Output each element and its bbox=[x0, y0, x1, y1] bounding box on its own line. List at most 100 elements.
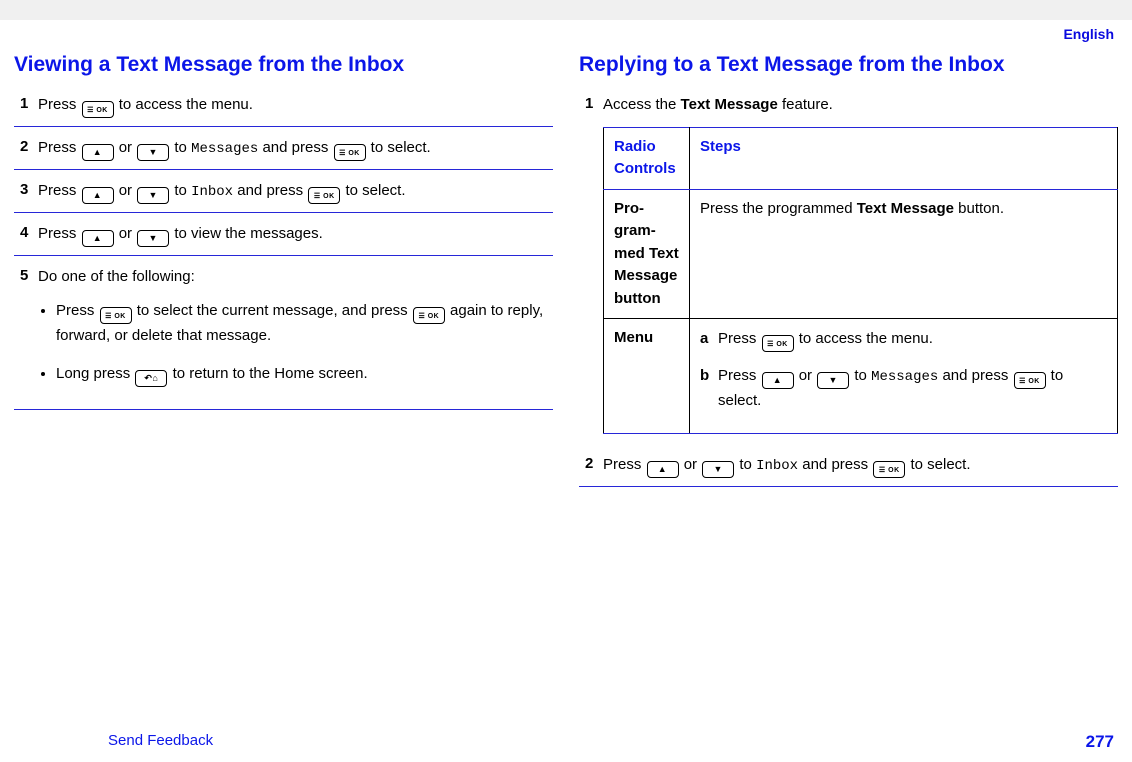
main-content: Viewing a Text Message from the Inbox 1 … bbox=[0, 42, 1132, 497]
send-feedback-link[interactable]: Send Feedback bbox=[108, 732, 213, 752]
text: or bbox=[119, 225, 137, 242]
step-number: 1 bbox=[14, 94, 38, 118]
ok-button-icon bbox=[82, 101, 114, 118]
cell-control: Pro­gram­med Text Message button bbox=[604, 189, 690, 319]
right-step-1: 1 Access the Text Message feature. Radio… bbox=[579, 94, 1118, 441]
text: Press bbox=[38, 182, 81, 199]
sub-text: Press to access the menu. bbox=[718, 327, 1107, 352]
radio-controls-table: Radio Controls Steps Pro­gram­med Text M… bbox=[603, 127, 1118, 434]
text: to select the current message, and press bbox=[137, 302, 412, 319]
text: to bbox=[174, 182, 191, 199]
sub-letter: a bbox=[700, 327, 718, 352]
table-header-steps: Steps bbox=[690, 127, 1118, 189]
step-body: Press to access the menu. bbox=[38, 94, 553, 118]
text: Press bbox=[38, 96, 81, 113]
menu-path-messages: Messag­es bbox=[871, 369, 938, 385]
bold-text: Pro­gram­med Text Message button bbox=[614, 200, 679, 307]
up-button-icon bbox=[82, 187, 114, 204]
text: Press the programmed bbox=[700, 200, 857, 217]
cell-steps: a Press to access the menu. b bbox=[690, 319, 1118, 433]
step-body: Press or to Inbox and press to select. bbox=[38, 180, 553, 204]
step-body: Access the Text Message feature. Radio C… bbox=[603, 94, 1118, 433]
left-step-5: 5 Do one of the following: Press to sele… bbox=[14, 266, 553, 410]
up-button-icon bbox=[82, 144, 114, 161]
text: Press bbox=[718, 367, 761, 384]
left-step-2: 2 Press or to Messages and press to sele… bbox=[14, 137, 553, 170]
ok-button-icon bbox=[762, 335, 794, 352]
bullet-item: Long press to return to the Home screen. bbox=[56, 362, 553, 387]
text: to access the menu. bbox=[799, 330, 933, 347]
page-number: 277 bbox=[1086, 732, 1114, 752]
left-step-4: 4 Press or to view the messages. bbox=[14, 223, 553, 256]
down-button-icon bbox=[137, 230, 169, 247]
text: or bbox=[684, 456, 702, 473]
left-step-3: 3 Press or to Inbox and press to select. bbox=[14, 180, 553, 213]
ok-button-icon bbox=[308, 187, 340, 204]
cell-steps: Press the programmed Text Mes­sage butto… bbox=[690, 189, 1118, 319]
down-button-icon bbox=[137, 144, 169, 161]
ok-button-icon bbox=[413, 307, 445, 324]
sub-bullets: Press to select the current message, and… bbox=[38, 299, 553, 387]
text: feature. bbox=[778, 96, 833, 113]
ok-button-icon bbox=[873, 461, 905, 478]
text: to bbox=[854, 367, 871, 384]
sub-step-a: a Press to access the menu. bbox=[700, 327, 1107, 352]
text: Access the bbox=[603, 96, 681, 113]
text: Press bbox=[38, 139, 81, 156]
table-row: Menu a Press to access the menu. bbox=[604, 319, 1118, 433]
text: and press bbox=[262, 139, 332, 156]
step-body: Press or to view the messages. bbox=[38, 223, 553, 247]
step-number: 4 bbox=[14, 223, 38, 247]
text: Long press bbox=[56, 365, 134, 382]
step-number: 3 bbox=[14, 180, 38, 204]
left-column: Viewing a Text Message from the Inbox 1 … bbox=[14, 48, 553, 497]
text: to select. bbox=[371, 139, 431, 156]
text: to access the menu. bbox=[119, 96, 253, 113]
menu-path-inbox: Inbox bbox=[756, 458, 798, 474]
language-label: English bbox=[0, 20, 1132, 42]
text: and press bbox=[237, 182, 307, 199]
text: to select. bbox=[910, 456, 970, 473]
menu-path-inbox: Inbox bbox=[191, 184, 233, 200]
menu-path-messages: Messages bbox=[191, 141, 258, 157]
text: button. bbox=[954, 200, 1004, 217]
step-number: 2 bbox=[579, 454, 603, 478]
footer: Send Feedback 277 bbox=[0, 732, 1132, 752]
step-body: Do one of the following: Press to select… bbox=[38, 266, 553, 401]
text: or bbox=[119, 182, 137, 199]
step-body: Press or to Inbox and press to select. bbox=[603, 454, 1118, 478]
ok-button-icon bbox=[334, 144, 366, 161]
up-button-icon bbox=[82, 230, 114, 247]
sub-steps: a Press to access the menu. b bbox=[700, 327, 1107, 412]
top-spacer bbox=[0, 0, 1132, 20]
step-number: 5 bbox=[14, 266, 38, 401]
sub-step-b: b Press or to Messag­es and press bbox=[700, 364, 1107, 412]
down-button-icon bbox=[137, 187, 169, 204]
ok-button-icon bbox=[100, 307, 132, 324]
step-number: 2 bbox=[14, 137, 38, 161]
cell-control: Menu bbox=[604, 319, 690, 433]
bold-text: Text Mes­sage bbox=[857, 200, 954, 217]
up-button-icon bbox=[647, 461, 679, 478]
left-step-1: 1 Press to access the menu. bbox=[14, 94, 553, 127]
text: to select. bbox=[345, 182, 405, 199]
down-button-icon bbox=[702, 461, 734, 478]
text: to bbox=[174, 139, 191, 156]
text: Do one of the following: bbox=[38, 268, 195, 285]
right-column: Replying to a Text Message from the Inbo… bbox=[579, 48, 1118, 497]
right-heading: Replying to a Text Message from the Inbo… bbox=[579, 52, 1118, 78]
bullet-item: Press to select the current message, and… bbox=[56, 299, 553, 348]
text: or bbox=[799, 367, 817, 384]
down-button-icon bbox=[817, 372, 849, 389]
text: Press bbox=[603, 456, 646, 473]
text: and press bbox=[942, 367, 1012, 384]
text: Press bbox=[38, 225, 81, 242]
text: and press bbox=[802, 456, 872, 473]
text: to view the messages. bbox=[174, 225, 322, 242]
ok-button-icon bbox=[1014, 372, 1046, 389]
sub-letter: b bbox=[700, 364, 718, 412]
up-button-icon bbox=[762, 372, 794, 389]
left-heading: Viewing a Text Message from the Inbox bbox=[14, 52, 553, 78]
home-button-icon bbox=[135, 370, 167, 387]
right-step-2: 2 Press or to Inbox and press to select. bbox=[579, 454, 1118, 487]
